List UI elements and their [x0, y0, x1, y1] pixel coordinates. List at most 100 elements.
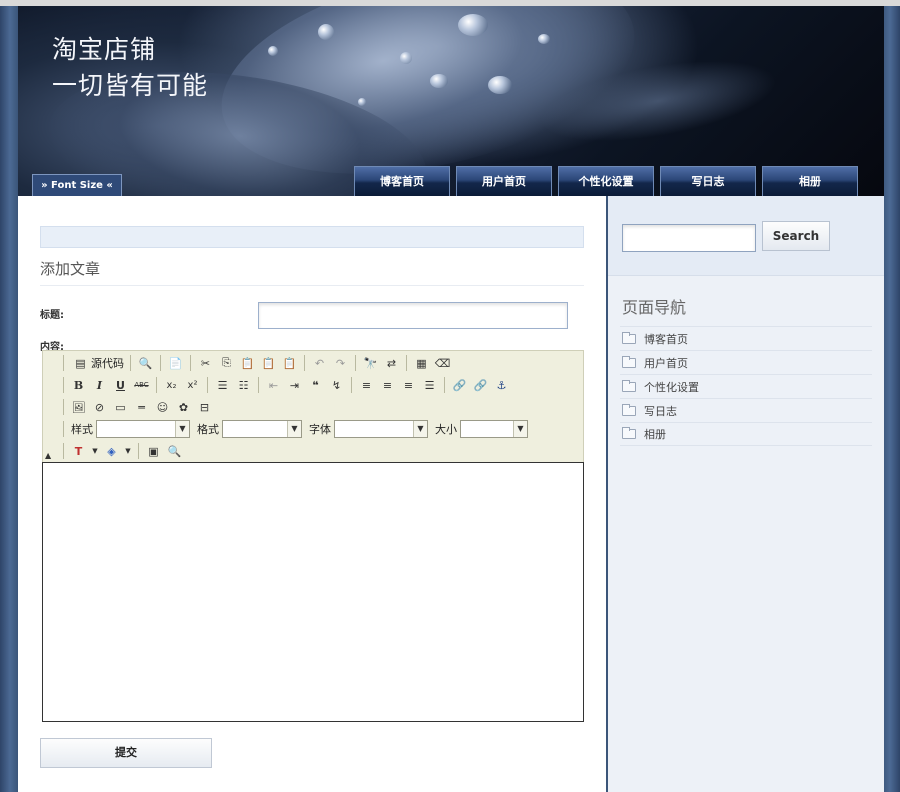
- chevron-down-icon[interactable]: ▼: [91, 443, 99, 460]
- align-justify-icon[interactable]: ☰: [421, 377, 438, 394]
- chevron-down-icon: ▼: [175, 421, 189, 437]
- toolbar-separator: [63, 377, 64, 393]
- water-drop: [318, 24, 334, 40]
- outdent-icon[interactable]: ⇤: [265, 377, 282, 394]
- chevron-down-icon: ▼: [287, 421, 301, 437]
- toolbar-separator: [63, 443, 64, 459]
- nav-tab-personalize[interactable]: 个性化设置: [558, 166, 654, 196]
- info-bar: [40, 226, 584, 248]
- paste-icon[interactable]: 📋: [239, 355, 256, 372]
- horizontal-rule-icon[interactable]: ═: [133, 399, 150, 416]
- background-color-icon[interactable]: ◈: [103, 443, 120, 460]
- paste-word-icon[interactable]: 📋: [281, 355, 298, 372]
- numbered-list-icon[interactable]: ☰: [214, 377, 231, 394]
- sidebar-item-album[interactable]: 相册: [620, 422, 872, 446]
- bulleted-list-icon[interactable]: ☷: [235, 377, 252, 394]
- replace-icon[interactable]: ⇄: [383, 355, 400, 372]
- sidebar-item-label: 相册: [644, 428, 666, 441]
- water-drop: [268, 46, 278, 56]
- search-input[interactable]: [622, 224, 756, 252]
- undo-icon[interactable]: ↶: [311, 355, 328, 372]
- size-select[interactable]: ▼: [460, 420, 528, 438]
- flash-icon[interactable]: ⊘: [91, 399, 108, 416]
- superscript-icon[interactable]: x²: [184, 377, 201, 394]
- chevron-down-icon: ▼: [413, 421, 427, 437]
- rich-text-editor: ▤ 源代码 🔍 📄 ✂ ⎘ 📋 📋 📋 ↶ ↷ 🔭 ⇄ ▦ ⌫ B I U AB…: [42, 350, 584, 724]
- bold-icon[interactable]: B: [70, 377, 87, 394]
- submit-button[interactable]: 提交: [40, 738, 212, 768]
- italic-icon[interactable]: I: [91, 377, 108, 394]
- sidebar-item-user-home[interactable]: 用户首页: [620, 350, 872, 374]
- nav-tab-user-home[interactable]: 用户首页: [456, 166, 552, 196]
- folder-icon: [622, 403, 636, 416]
- toolbar-row-4: 样式 ▼ 格式 ▼ 字体 ▼ 大小 ▼: [59, 418, 532, 440]
- copy-icon[interactable]: ⎘: [218, 355, 235, 372]
- cut-icon[interactable]: ✂: [197, 355, 214, 372]
- format-select[interactable]: ▼: [222, 420, 302, 438]
- sidebar-item-label: 用户首页: [644, 356, 688, 370]
- toolbar-separator: [63, 355, 64, 371]
- subscript-icon[interactable]: x₂: [163, 377, 180, 394]
- toolbar-separator: [304, 355, 305, 371]
- nav-tab-album[interactable]: 相册: [762, 166, 858, 196]
- search-button[interactable]: Search: [762, 221, 830, 251]
- find-icon[interactable]: 🔭: [362, 355, 379, 372]
- chevron-down-icon: ▼: [513, 421, 527, 437]
- blockquote-icon[interactable]: ❝: [307, 377, 324, 394]
- water-drop: [488, 76, 512, 94]
- image-icon[interactable]: 🖼: [70, 399, 87, 416]
- align-left-icon[interactable]: ≡: [358, 377, 375, 394]
- preview-icon[interactable]: 🔍: [137, 355, 154, 372]
- chevron-down-icon[interactable]: ▼: [124, 443, 132, 460]
- collapse-toolbar-icon[interactable]: ▲: [45, 451, 51, 460]
- font-select[interactable]: ▼: [334, 420, 428, 438]
- water-drop: [358, 98, 366, 106]
- style-select[interactable]: ▼: [96, 420, 190, 438]
- toolbar-separator: [258, 377, 259, 393]
- toolbar-separator: [207, 377, 208, 393]
- site-title-line2: 一切皆有可能: [52, 71, 209, 100]
- indent-icon[interactable]: ⇥: [286, 377, 303, 394]
- redo-icon[interactable]: ↷: [332, 355, 349, 372]
- align-right-icon[interactable]: ≡: [400, 377, 417, 394]
- nav-tab-write-log[interactable]: 写日志: [660, 166, 756, 196]
- underline-icon[interactable]: U: [112, 377, 129, 394]
- sidebar-item-write-log[interactable]: 写日志: [620, 398, 872, 422]
- smiley-icon[interactable]: ☺: [154, 399, 171, 416]
- strikethrough-icon[interactable]: ABC: [133, 377, 150, 394]
- table-icon[interactable]: ▭: [112, 399, 129, 416]
- sidebar-heading: 页面导航: [622, 298, 687, 317]
- source-code-icon: ▤: [75, 356, 86, 370]
- nav-tab-blog-home[interactable]: 博客首页: [354, 166, 450, 196]
- remove-format-icon[interactable]: ⌫: [434, 355, 451, 372]
- page-break-icon[interactable]: ⊟: [196, 399, 213, 416]
- sidebar-item-label: 个性化设置: [644, 380, 699, 394]
- folder-icon: [622, 427, 636, 439]
- toolbar-separator: [406, 355, 407, 371]
- title-input[interactable]: [258, 302, 568, 329]
- templates-icon[interactable]: 📄: [167, 355, 184, 372]
- sidebar-item-blog-home[interactable]: 博客首页: [620, 326, 872, 350]
- unlink-icon[interactable]: 🔗: [472, 377, 489, 394]
- select-all-icon[interactable]: ▦: [413, 355, 430, 372]
- special-char-icon[interactable]: ✿: [175, 399, 192, 416]
- anchor-icon[interactable]: ⚓: [493, 377, 510, 394]
- font-size-toggle[interactable]: » Font Size «: [32, 174, 122, 196]
- editor-content-area[interactable]: [42, 462, 584, 722]
- sidebar-nav-list: 博客首页 用户首页 个性化设置 写日志 相册: [620, 326, 872, 446]
- show-blocks-icon[interactable]: 🔍: [166, 443, 183, 460]
- site-title: 淘宝店铺 一切皆有可能: [52, 32, 208, 104]
- sidebar-item-personalize[interactable]: 个性化设置: [620, 374, 872, 398]
- sidebar-item-label: 博客首页: [644, 332, 688, 346]
- search-panel: Search: [608, 196, 884, 276]
- toolbar-separator: [63, 421, 64, 437]
- source-code-button[interactable]: ▤ 源代码: [68, 355, 126, 372]
- align-center-icon[interactable]: ≡: [379, 377, 396, 394]
- toolbar-row-2: B I U ABC x₂ x² ☰ ☷ ⇤ ⇥ ❝ ↯ ≡ ≡ ≡ ☰ 🔗 🔗 …: [59, 374, 512, 396]
- toolbar-row-1: ▤ 源代码 🔍 📄 ✂ ⎘ 📋 📋 📋 ↶ ↷ 🔭 ⇄ ▦ ⌫: [59, 352, 453, 374]
- create-div-icon[interactable]: ↯: [328, 377, 345, 394]
- link-icon[interactable]: 🔗: [451, 377, 468, 394]
- maximize-icon[interactable]: ▣: [145, 443, 162, 460]
- text-color-icon[interactable]: T: [70, 443, 87, 460]
- paste-text-icon[interactable]: 📋: [260, 355, 277, 372]
